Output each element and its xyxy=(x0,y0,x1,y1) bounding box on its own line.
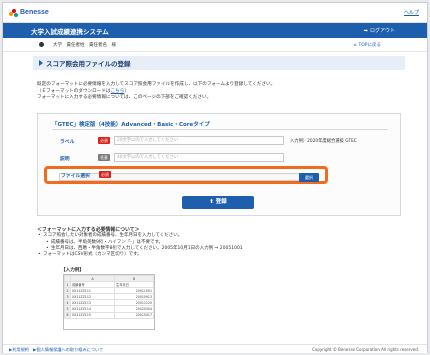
label-input[interactable]: 20文字以内で入力してください xyxy=(114,136,284,145)
home-icon: ⌂ xyxy=(353,42,357,48)
logout-label: ログアウト xyxy=(369,28,395,34)
logout-button[interactable]: ➡ ログアウト xyxy=(363,27,395,35)
page-title-bar: スコア照会用ファイルの登録 xyxy=(33,56,405,70)
intro-line-3: フォーマットに入力する必要情報については、このページの下部をご確認ください。 xyxy=(37,95,212,100)
benesse-logo-mark-icon xyxy=(9,8,18,17)
benesse-logo: Benesse xyxy=(9,8,49,17)
label-example-note: 入力例）2020年度総合選抜 GTEC xyxy=(290,139,357,144)
user-name: 大学 責任者姓 責任者名 様 xyxy=(53,43,116,48)
footer-links[interactable]: ▶利用規約 ▶個人情報保護への取り組みについて xyxy=(9,347,103,353)
page-title: スコア照会用ファイルの登録 xyxy=(46,60,131,68)
app-header: 大学入試成績連携システム ➡ ログアウト xyxy=(3,23,427,38)
file-field-label: ファイル選択 xyxy=(61,174,90,179)
sheet-cell: XX11ZZ115 xyxy=(69,311,116,319)
intro-line-2-prefix: （Ｅフォーマットのダウンロードは xyxy=(37,88,111,94)
help-link[interactable]: ヘルプ xyxy=(404,9,419,16)
register-label: 登録 xyxy=(215,199,227,205)
form-section-title: 「GTEC」検定版（4技能）Advanced・Basic・Coreタイプ xyxy=(52,122,210,128)
sheet-cell: 20010417 xyxy=(114,311,154,319)
file-path-field[interactable] xyxy=(59,173,315,181)
back-to-top-label: TOPに戻る xyxy=(358,43,381,48)
app-title: 大学入試成績連携システム xyxy=(31,28,109,36)
optional-badge: 任意 xyxy=(98,154,110,161)
register-button[interactable]: ⬆ 登録 xyxy=(182,196,254,209)
user-bar: 大学 責任者姓 責任者名 様 ⌂ TOPに戻る xyxy=(3,38,427,52)
benesse-wordmark: Benesse xyxy=(20,9,49,16)
format-item: フォーマットはCSV形式（カンマ区切り）です。 xyxy=(37,252,401,259)
label-field-label: ラベル xyxy=(60,140,75,145)
sheet-row: 6 XX11ZZ115 20010417 xyxy=(64,311,154,319)
example-title: 【入力例】 xyxy=(61,268,84,273)
description-field-label: 説明 xyxy=(60,157,70,162)
logout-arrow-icon: ➡ xyxy=(363,27,368,34)
back-to-top-link[interactable]: ⌂ TOPに戻る xyxy=(353,42,381,49)
browser-frame: Benesse ヘルプ 大学入試成績連携システム ➡ ログアウト 大学 責任者姓… xyxy=(2,2,428,353)
required-badge: 必須 xyxy=(98,137,110,144)
intro-line-2-suffix: ） xyxy=(124,88,129,94)
format-info: ＜フォーマットに入力する必要情報について＞ スコア照会したい対象者の成績番号、生… xyxy=(37,227,401,259)
format-list: スコア照会したい対象者の成績番号、生年月日を入力してください。 成績番号は、半角… xyxy=(37,233,401,258)
section-divider xyxy=(52,129,388,130)
description-input[interactable]: 40文字以内で入力してください xyxy=(114,153,284,162)
intro-text: 既定のフォーマットに必要情報を入力してスコア照会用ファイルを作成し、以下のフォー… xyxy=(37,82,407,102)
file-browse-button[interactable]: 選択 xyxy=(299,173,319,182)
example-spreadsheet: A B 1 成績番号 生年月日 2 XX11ZZ111 20011001 3 X… xyxy=(63,274,155,330)
footer: ▶利用規約 ▶個人情報保護への取り組みについて Copyright © Bene… xyxy=(3,344,427,353)
format-download-link[interactable]: こちら xyxy=(111,89,125,94)
title-arrow-icon xyxy=(39,60,43,66)
top-bar: Benesse ヘルプ xyxy=(3,3,427,23)
user-icon xyxy=(39,42,44,47)
file-required-badge: 必須 xyxy=(99,171,111,178)
copyright: Copyright © Benesse Corporation All righ… xyxy=(312,347,419,352)
example-table: A B 1 成績番号 生年月日 2 XX11ZZ111 20011001 3 X… xyxy=(64,275,154,319)
